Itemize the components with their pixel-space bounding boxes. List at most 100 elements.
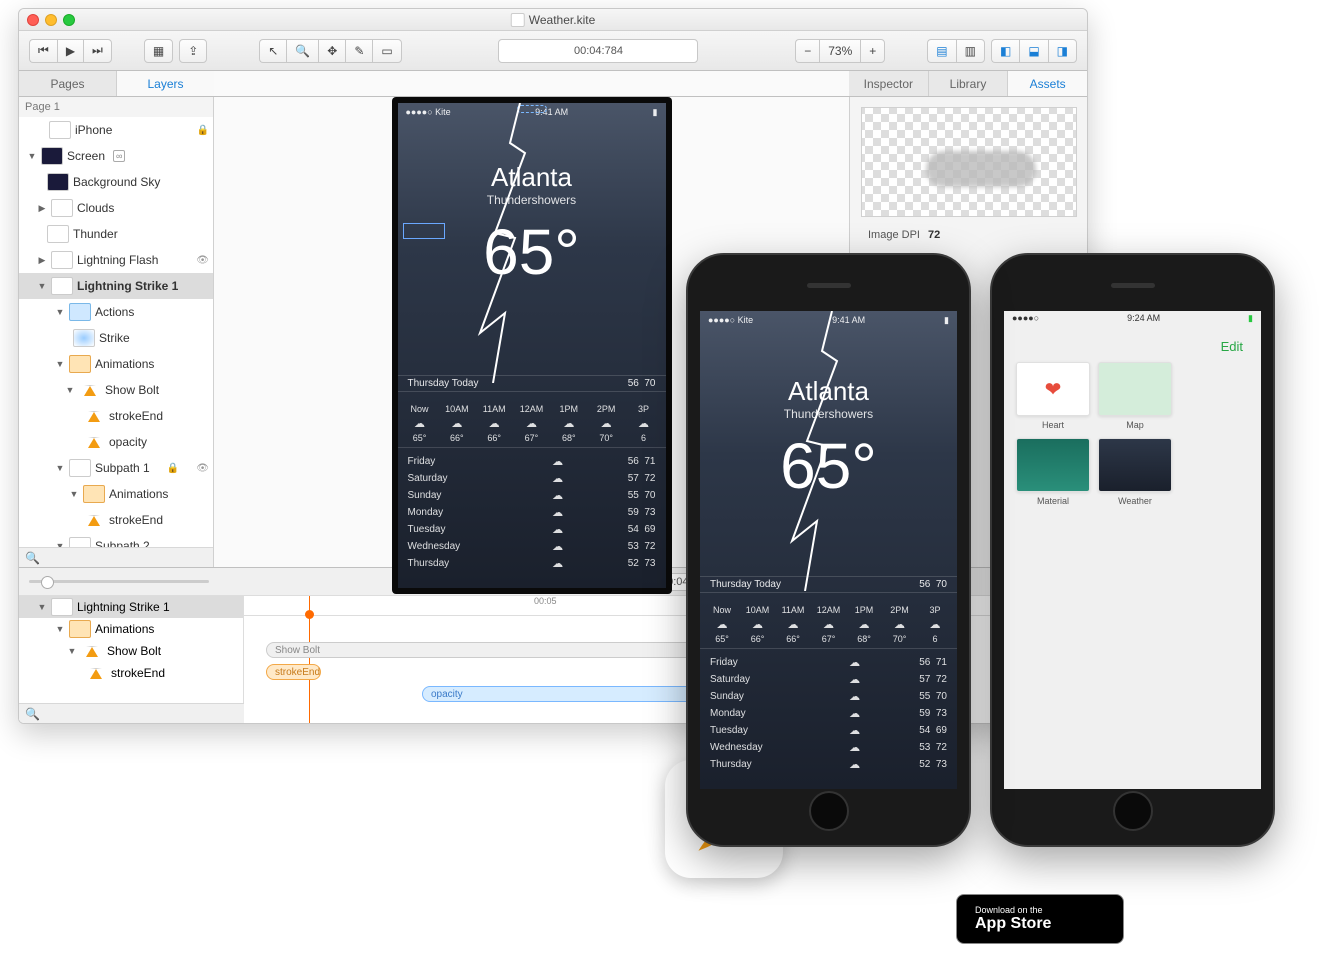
layer-show-bolt[interactable]: ▼Show Bolt <box>19 377 213 403</box>
hour-column: Now☁65° <box>706 605 738 644</box>
pointer-tool[interactable]: ↖ <box>259 39 286 63</box>
page-header[interactable]: Page 1 <box>19 97 213 117</box>
layer-sidebar: Page 1 iPhone🔒 ▼Screen∞ Background Sky ▶… <box>19 97 214 567</box>
timeline-tree: ▼Lightning Strike 1 ▼Animations ▼Show Bo… <box>19 596 244 724</box>
maximize-button[interactable] <box>63 14 75 26</box>
panel-bottom-button[interactable]: ⬓ <box>1019 39 1047 63</box>
layer-clouds[interactable]: ▶Clouds <box>19 195 213 221</box>
link-badge: ∞ <box>113 150 125 162</box>
zoom-in-button[interactable]: + <box>860 39 885 63</box>
hour-column: Now☁65° <box>404 404 436 443</box>
tab-inspector[interactable]: Inspector <box>849 71 929 96</box>
hour-column: 2PM☁70° <box>590 404 622 443</box>
hour-column: 3P☁6 <box>919 605 951 644</box>
day-row: Saturday☁57 72 <box>710 671 947 688</box>
pan-tool[interactable]: ✥ <box>318 39 345 63</box>
tl-animations[interactable]: ▼Animations <box>19 618 243 640</box>
status-carrier: ●●●●○ Kite <box>406 107 451 118</box>
day-row: Friday☁56 71 <box>710 654 947 671</box>
tab-assets[interactable]: Assets <box>1008 71 1087 96</box>
appstore-small-text: Download on the <box>975 906 1051 915</box>
layer-animations[interactable]: ▼Animations <box>19 351 213 377</box>
layer-opacity[interactable]: opacity <box>19 429 213 455</box>
playhead[interactable] <box>309 596 310 724</box>
sidebar-search[interactable]: 🔍 <box>19 547 213 567</box>
tl-show-bolt[interactable]: ▼Show Bolt <box>19 640 243 662</box>
status-time: 9:24 AM <box>1127 313 1160 324</box>
layer-screen[interactable]: ▼Screen∞ <box>19 143 213 169</box>
cloud-image <box>926 151 1036 187</box>
lock-icon[interactable]: 🔒 <box>197 125 209 136</box>
zoom-level[interactable]: 73% <box>819 39 860 63</box>
tl-layer-strike[interactable]: ▼Lightning Strike 1 <box>19 596 243 618</box>
layer-subpath-1[interactable]: ▼Subpath 1🔒👁 <box>19 455 213 481</box>
zoom-tool[interactable]: 🔍 <box>286 39 318 63</box>
tl-strokeend[interactable]: strokeEnd <box>19 662 243 684</box>
asset-preview[interactable] <box>861 107 1077 217</box>
appstore-big-text: App Store <box>975 915 1051 932</box>
edit-button[interactable]: Edit <box>1221 339 1243 354</box>
layer-actions[interactable]: ▼Actions <box>19 299 213 325</box>
window-title-text: Weather.kite <box>529 13 595 27</box>
rect-tool[interactable]: ▭ <box>372 39 401 63</box>
track-show-bolt[interactable]: Show Bolt <box>266 642 706 658</box>
ff-button[interactable]: ⏭ <box>83 39 112 63</box>
lightning-bolt <box>465 103 565 383</box>
pen-tool[interactable]: ✎ <box>345 39 372 63</box>
hour-column: 11AM☁66° <box>478 404 510 443</box>
battery-icon: ▮ <box>944 315 949 326</box>
play-button[interactable]: ▶ <box>57 39 83 63</box>
tab-library[interactable]: Library <box>929 71 1009 96</box>
layer-strokeend-2[interactable]: strokeEnd <box>19 507 213 533</box>
zoom-out-button[interactable]: − <box>795 39 819 63</box>
hour-column: 3P☁6 <box>627 404 659 443</box>
hour-column: 1PM☁68° <box>553 404 585 443</box>
track-strokeend[interactable]: strokeEnd <box>266 664 321 680</box>
view-mode-2[interactable]: ▥ <box>956 39 985 63</box>
day-row: Thursday☁52 73 <box>710 756 947 773</box>
visibility-icon[interactable]: 👁 <box>196 463 209 474</box>
grid-item-map[interactable]: Map <box>1098 362 1172 430</box>
home-button[interactable] <box>1113 791 1153 831</box>
day-row: Wednesday☁53 72 <box>710 739 947 756</box>
layer-strokeend-1[interactable]: strokeEnd <box>19 403 213 429</box>
tab-pages[interactable]: Pages <box>19 71 117 96</box>
panel-left-button[interactable]: ◧ <box>991 39 1019 63</box>
rewind-button[interactable]: ⏮ <box>29 39 57 63</box>
day-row: Tuesday☁54 69 <box>710 722 947 739</box>
layer-thunder[interactable]: Thunder <box>19 221 213 247</box>
grid-button[interactable]: ▦ <box>144 39 173 63</box>
visibility-icon[interactable]: 👁 <box>196 255 209 266</box>
traffic-lights <box>27 14 75 26</box>
grid-item-material[interactable]: Material <box>1016 438 1090 506</box>
day-row: Friday☁56 71 <box>408 453 656 470</box>
layer-animations-2[interactable]: ▼Animations <box>19 481 213 507</box>
appstore-badge[interactable]: Download on the App Store <box>956 894 1124 944</box>
weather-screen: ●●●●○ Kite 9:41 AM ▮ Atlanta Thundershow… <box>398 103 666 588</box>
tl-search[interactable]: 🔍 <box>19 703 244 723</box>
share-button[interactable]: ⇪ <box>179 39 207 63</box>
layer-iphone[interactable]: iPhone🔒 <box>19 117 213 143</box>
grid-item-heart[interactable]: ❤Heart <box>1016 362 1090 430</box>
layer-subpath-2[interactable]: ▼Subpath 2 <box>19 533 213 547</box>
minimize-button[interactable] <box>45 14 57 26</box>
timecode-display[interactable]: 00:04:784 <box>498 39 698 63</box>
dpi-label: Image DPI <box>868 229 920 241</box>
lock-icon[interactable]: 🔒 <box>167 463 179 474</box>
day-row: Sunday☁55 70 <box>710 688 947 705</box>
tab-layers[interactable]: Layers <box>117 71 214 96</box>
home-button[interactable] <box>809 791 849 831</box>
hour-column: 1PM☁68° <box>848 605 880 644</box>
canvas-device-frame[interactable]: ●●●●○ Kite 9:41 AM ▮ Atlanta Thundershow… <box>392 97 672 594</box>
layer-strike-1[interactable]: ▼Lightning Strike 1 <box>19 273 213 299</box>
close-button[interactable] <box>27 14 39 26</box>
grid-item-weather[interactable]: Weather <box>1098 438 1172 506</box>
selection-box[interactable] <box>403 223 445 239</box>
view-mode-1[interactable]: ▤ <box>927 39 955 63</box>
layer-bg-sky[interactable]: Background Sky <box>19 169 213 195</box>
panel-right-button[interactable]: ◨ <box>1048 39 1077 63</box>
layer-strike-action[interactable]: Strike <box>19 325 213 351</box>
layer-flash[interactable]: ▶Lightning Flash👁 <box>19 247 213 273</box>
daily-forecast: Friday☁56 71Saturday☁57 72Sunday☁55 70Mo… <box>700 654 957 773</box>
timeline-zoom-slider[interactable] <box>29 580 209 583</box>
